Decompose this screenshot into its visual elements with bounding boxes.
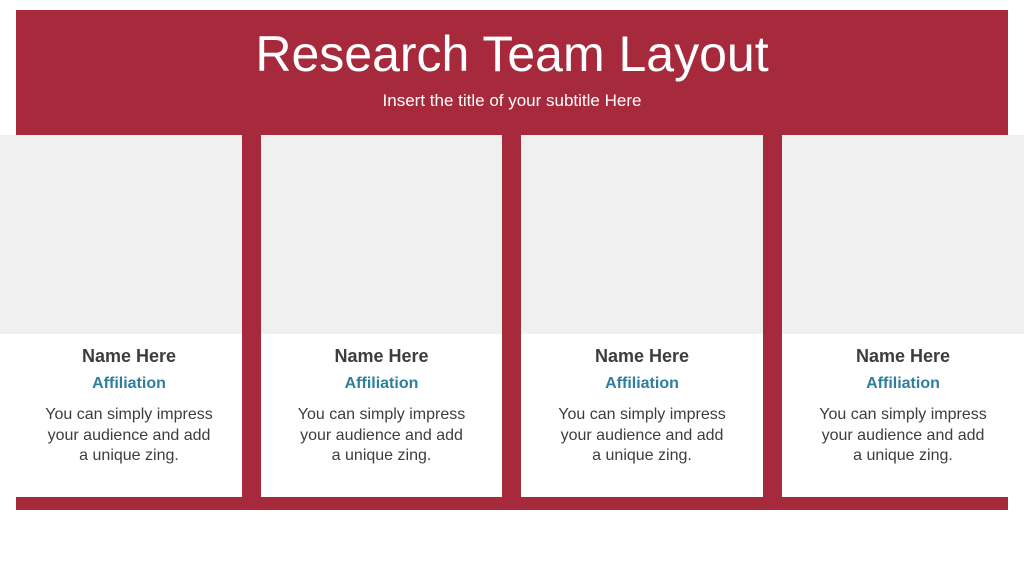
member-affiliation: Affiliation (344, 375, 419, 392)
slide-title: Research Team Layout (255, 26, 769, 82)
member-photo-placeholder[interactable] (521, 135, 763, 334)
member-description: You can simply impress your audience and… (819, 406, 987, 464)
member-card: Name Here Affiliation You can simply imp… (782, 334, 1008, 497)
member-card: Name Here Affiliation You can simply imp… (521, 334, 763, 497)
member-card: Name Here Affiliation You can simply imp… (261, 334, 502, 497)
member-name: Name Here (334, 346, 429, 366)
member-photo-placeholder[interactable] (782, 135, 1024, 334)
member-description: You can simply impress your audience and… (297, 406, 466, 464)
member-description: You can simply impress your audience and… (558, 406, 726, 464)
member-name: Name Here (594, 346, 690, 366)
member-photo-placeholder[interactable] (261, 135, 502, 334)
member-name: Name Here (81, 346, 177, 366)
member-affiliation: Affiliation (866, 375, 940, 392)
member-affiliation: Affiliation (605, 375, 679, 392)
member-name: Name Here (855, 346, 951, 366)
slide-subtitle: Insert the title of your subtitle Here (382, 91, 642, 110)
member-affiliation: Affiliation (92, 375, 166, 392)
member-photo-placeholder[interactable] (0, 135, 242, 334)
member-description: You can simply impress your audience and… (45, 406, 213, 464)
member-card: Name Here Affiliation You can simply imp… (16, 334, 242, 497)
